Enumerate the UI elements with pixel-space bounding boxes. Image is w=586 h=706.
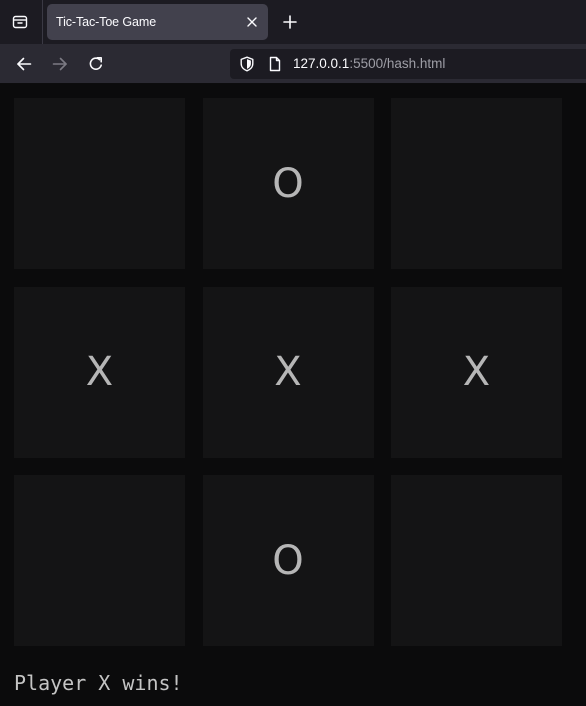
arrow-left-icon (16, 56, 32, 72)
page-icon[interactable] (266, 55, 284, 73)
game-board: O X X X O (14, 98, 562, 646)
tab-title: Tic-Tac-Toe Game (56, 15, 157, 29)
plus-icon (283, 15, 297, 29)
arrow-right-icon (52, 56, 68, 72)
board-cell[interactable]: X (202, 286, 374, 458)
board-cell[interactable]: X (391, 286, 562, 458)
reload-button[interactable] (82, 50, 110, 78)
address-bar[interactable]: 127.0.0.1:5500/hash.html (230, 49, 586, 79)
browser-window: Tic-Tac-Toe Game 127.0.0.1:5500/hash.htm… (0, 0, 586, 706)
url-host: 127.0.0.1 (293, 56, 350, 71)
board-cell[interactable]: X (14, 286, 185, 458)
board-cell[interactable] (14, 475, 185, 646)
tab-list-button[interactable] (6, 8, 34, 36)
tab-separator (42, 0, 43, 44)
url-text: 127.0.0.1:5500/hash.html (293, 56, 445, 71)
tab-strip: Tic-Tac-Toe Game (0, 0, 586, 44)
shield-icon[interactable] (238, 55, 256, 73)
board-cell[interactable] (14, 98, 185, 269)
board-cell[interactable] (391, 475, 562, 646)
tab-list-icon (12, 14, 28, 30)
board-cell[interactable] (391, 98, 562, 269)
forward-button[interactable] (46, 50, 74, 78)
board-cell[interactable]: O (202, 475, 374, 646)
new-tab-button[interactable] (276, 8, 304, 36)
url-path: :5500/hash.html (349, 56, 446, 71)
tab-active[interactable]: Tic-Tac-Toe Game (47, 4, 268, 40)
back-button[interactable] (10, 50, 38, 78)
navigation-toolbar: 127.0.0.1:5500/hash.html (0, 44, 586, 84)
game-status: Player X wins! (14, 671, 183, 695)
reload-icon (88, 56, 104, 72)
close-tab-button[interactable] (242, 12, 262, 32)
board-cell[interactable]: O (202, 98, 374, 269)
close-icon (247, 17, 257, 27)
page-content: O X X X O Player X wins! (0, 84, 586, 706)
